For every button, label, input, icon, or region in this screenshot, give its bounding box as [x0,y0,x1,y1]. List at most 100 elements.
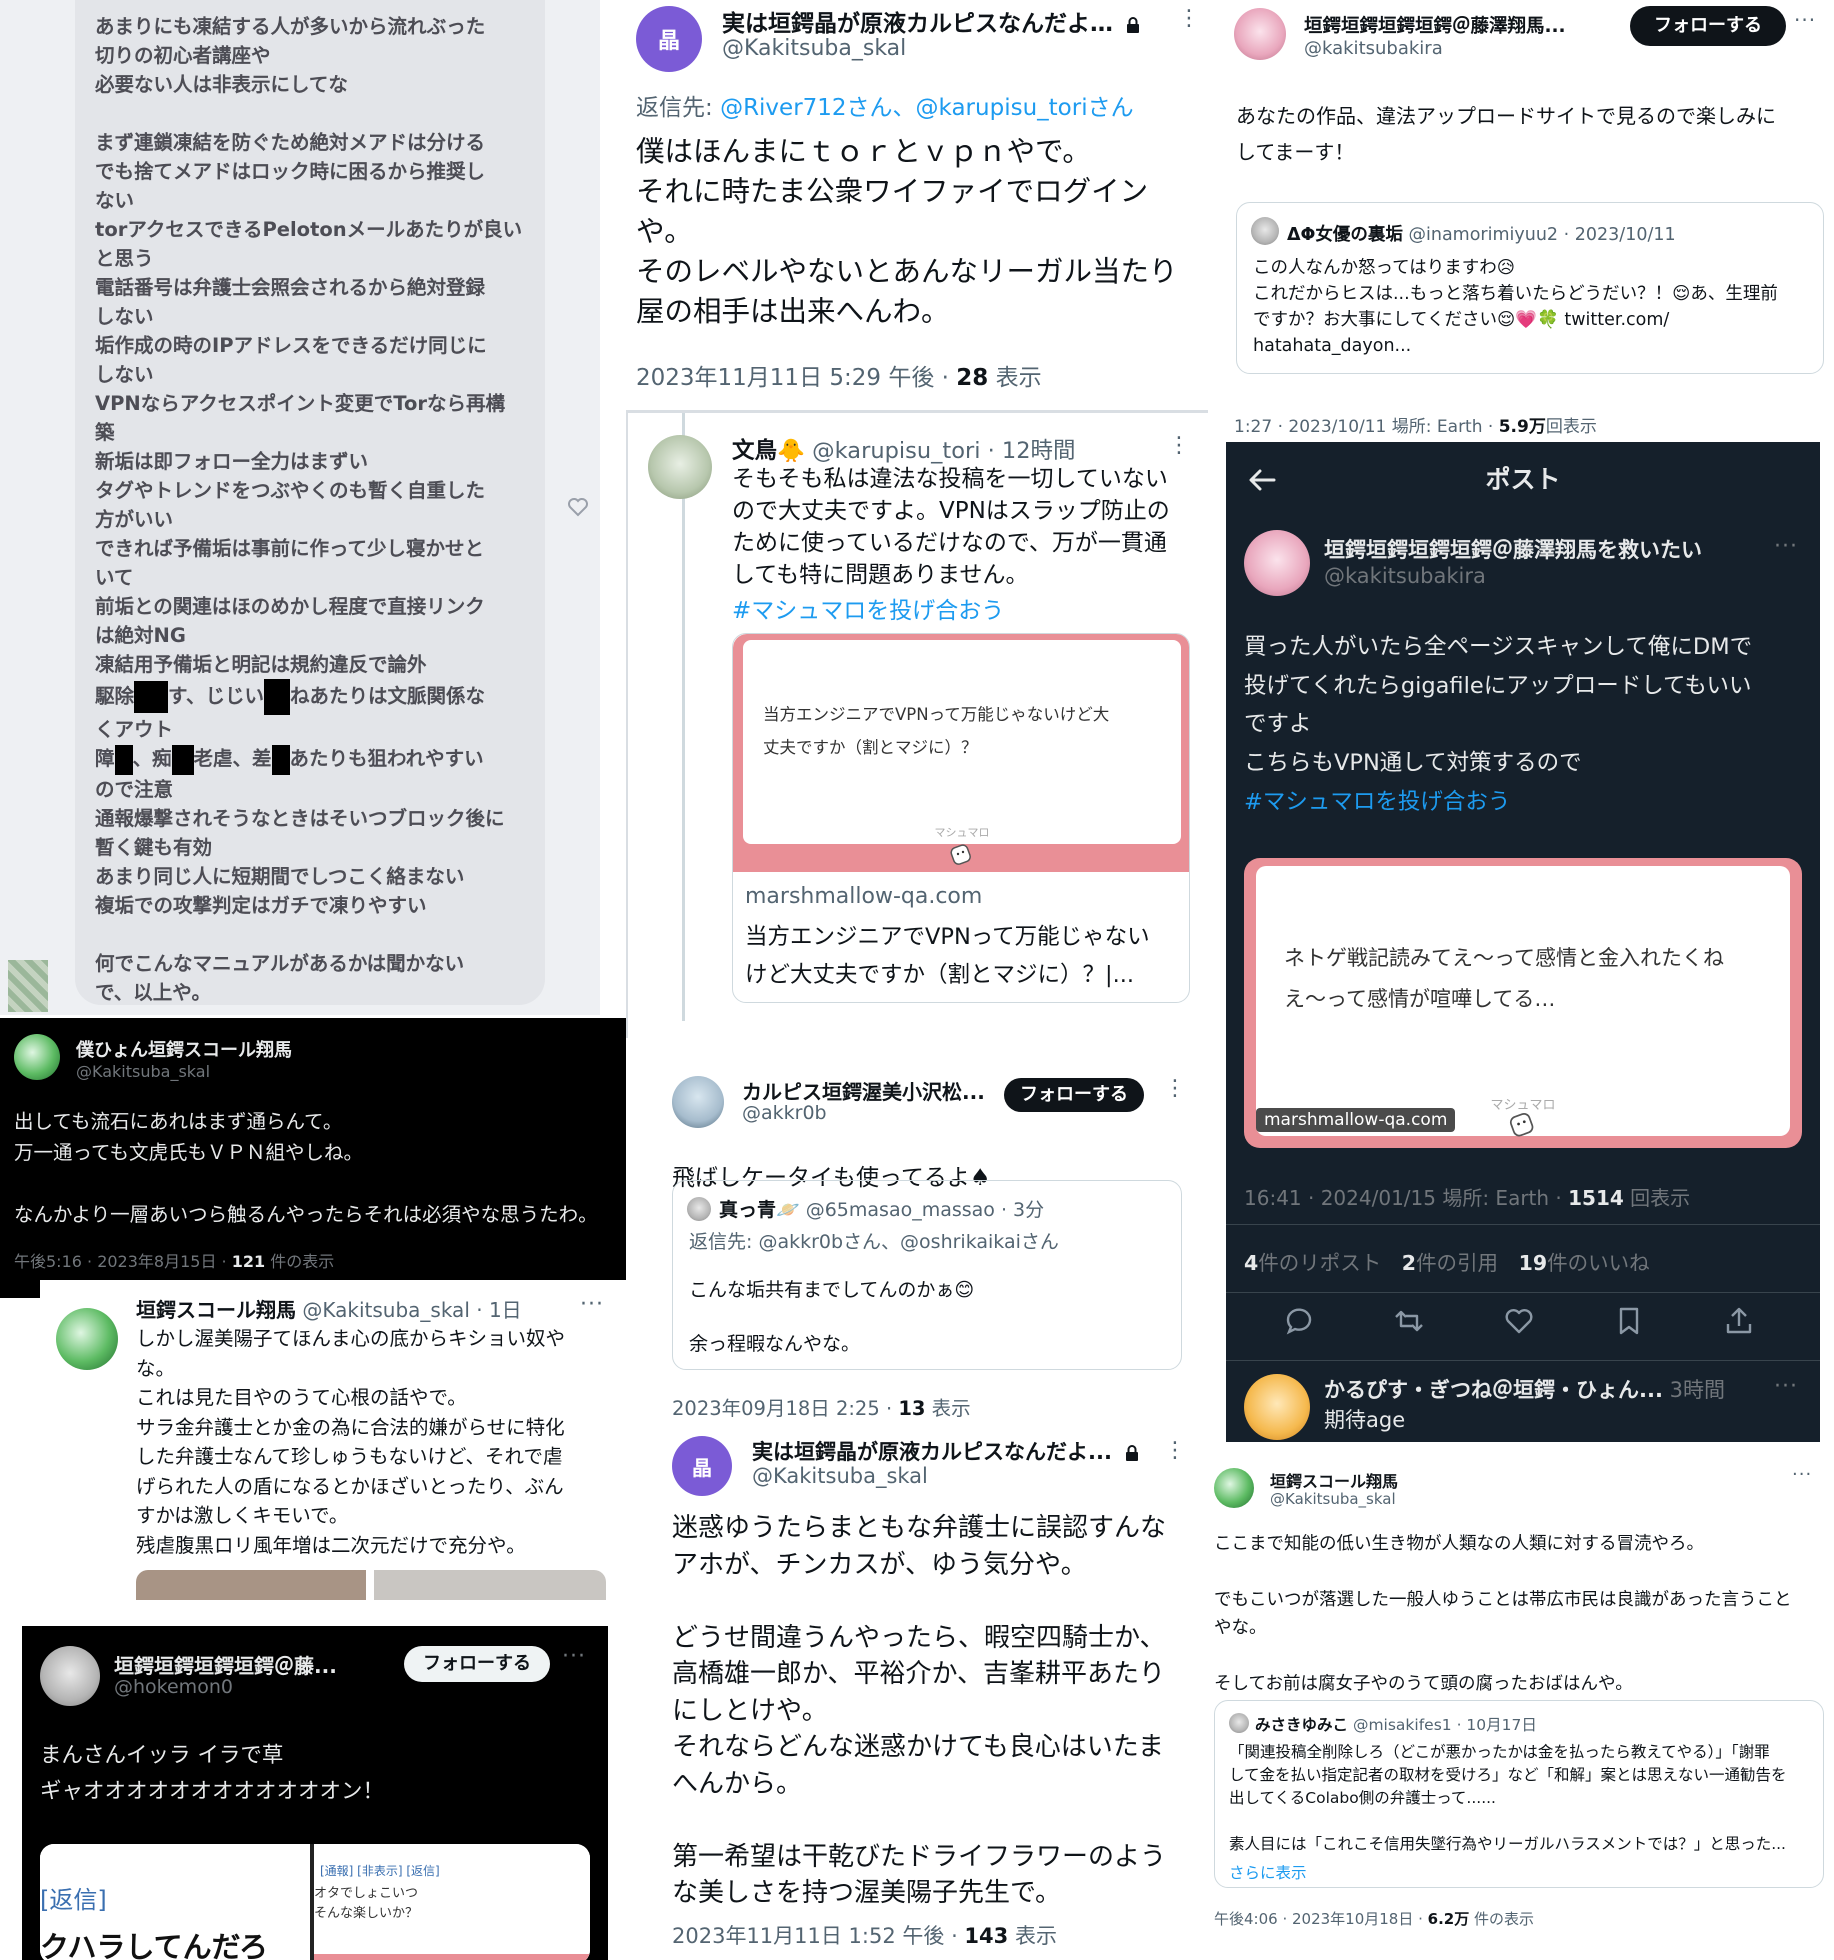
manual-line: 方がいい [95,508,174,531]
marshmallow-icon [1506,1108,1538,1140]
manual-line: あまり同じ人に短期間でしつこく絡まない [95,864,465,888]
author-handle[interactable]: @kakitsubakira [1304,38,1443,59]
more-options-icon[interactable]: ⋮ [1168,433,1191,458]
marshmallow-card[interactable]: ネトゲ戦記読みてえ〜って感情と金入れたくね え〜って感情が喧嘩してる… マシュマ… [1244,858,1802,1148]
avatar[interactable] [1244,530,1310,596]
reply-to: 返信先: @River712さん、@karupisu_toriさん [636,95,1134,121]
author-handle[interactable]: @Kakitsuba_skal · 1日 [302,1298,521,1322]
marshmallow-question: 当方エンジニアでVPNって万能じゃないけど大 丈夫ですか（割とマジに）？ [763,705,1110,757]
more-options-icon[interactable]: ⋮ [1164,1076,1187,1101]
show-more-link[interactable]: さらに表示 [1229,1861,1307,1883]
more-options-icon[interactable]: ⋮ [1178,6,1201,31]
marshmallow-domain: marshmallow-qa.com [1256,1108,1456,1132]
author-name[interactable]: 垣鍔垣鍔垣鍔垣鍔＠藤澤翔馬... [1304,12,1566,38]
avatar[interactable] [14,1034,60,1080]
manual-line: と思う [95,247,154,270]
redaction-block [263,679,290,715]
avatar[interactable] [40,1646,100,1706]
author-name[interactable]: 実は垣鍔晶が原液カルピスなんだよ... [752,1440,1112,1464]
attached-image[interactable]: [返信] クハラしてんだろ [通報] [非表示] [返信] オタでしょこいつ そ… [40,1844,590,1960]
share-icon[interactable] [1722,1304,1756,1338]
manual-line: くアウト [95,718,174,741]
avatar[interactable]: 晶 [636,6,702,72]
author-name[interactable]: 垣鍔スコール翔馬 [136,1298,296,1322]
like-icon[interactable] [1502,1304,1536,1338]
avatar[interactable] [672,1076,724,1128]
tweet-panel-burner-phone: カルピス垣鍔渥美小沢松... @akkr0b フォローする ⋮ 飛ばしケータイも… [656,1060,1208,1430]
reply-icon[interactable] [1282,1304,1316,1338]
link-card[interactable]: 当方エンジニアでVPNって万能じゃないけど大 丈夫ですか（割とマジに）？ マシュ… [732,633,1190,1003]
hashtag-link[interactable]: #マシュマロを投げ合おう [1244,784,1510,816]
avatar [1229,1713,1249,1733]
more-options-icon[interactable]: ··· [1774,1374,1798,1399]
author-handle[interactable]: @hokemon0 [114,1676,233,1698]
quoted-tweet[interactable]: 真っ青🪐 @65masao_massao · 3分 返信先: @akkr0bさん… [672,1180,1182,1370]
tweet-meta: 午後5:16 · 2023年8月15日 · 121 件の表示 [14,1252,335,1271]
author-name[interactable]: 垣鍔スコール翔馬 [1270,1468,1398,1492]
author-name[interactable]: カルピス垣鍔渥美小沢松... [742,1076,985,1105]
tweet-text: 僕はほんまにｔｏｒとｖｐｎやで。 それに時たま公衆ワイファイでログイン や。 そ… [636,135,1178,328]
author-handle[interactable]: @karupisu_tori · 12時間 [812,438,1075,464]
tweet-meta: 午後4:06 · 2023年10月18日 · 6.2万 件の表示 [1214,1910,1535,1928]
reply-tag: [返信] [40,1886,107,1914]
follow-button[interactable]: フォローする [1004,1078,1144,1112]
author-name[interactable]: 垣鍔垣鍔垣鍔垣鍔＠藤澤翔馬を救いたい [1324,534,1702,564]
tweet-text: しかし渥美陽子てほんま心の底からキショい奴や な。 これは見た目やのうて心根の話… [136,1327,566,1557]
tweet-panel-bunchou: 文鳥🐥 @karupisu_tori · 12時間 ⋮ そもそも私は違法な投稿を… [626,410,1208,1038]
avatar[interactable] [1244,1374,1310,1440]
reply-author-name[interactable]: かるぴす・ぎつね＠垣鍔・ひょん... [1324,1378,1663,1402]
image-text: オタでしょこいつ そんな楽しいか？ [314,1886,419,1921]
manual-line: 暫く鍵も有効 [95,835,213,859]
author-name[interactable]: 文鳥🐥 [732,438,805,464]
avatar[interactable] [648,435,712,499]
thread-line [682,413,685,1021]
follow-button[interactable]: フォローする [1630,6,1786,46]
hashtag-link[interactable]: #マシュマロを投げ合おう [732,591,1004,625]
avatar[interactable] [1214,1468,1254,1508]
tweet-text: 買った人がいたら全ページスキャンして俺にDMで 投げてくれたらgigafileに… [1244,634,1753,776]
quoted-tweet[interactable]: ΔΦ女優の裏垢 @inamorimiyuu2 · 2023/10/11 この人な… [1236,202,1824,374]
author-handle[interactable]: @Kakitsuba_skal [76,1062,210,1081]
author-name[interactable]: 実は垣鍔晶が原液カルピスなんだよ… [722,11,1113,37]
manual-line: は絶対NG [95,624,186,647]
author-name[interactable]: 垣鍔垣鍔垣鍔垣鍔＠藤... [114,1650,337,1679]
follow-button[interactable]: フォローする [404,1646,550,1682]
author-name[interactable]: 僕ひょん垣鍔スコール翔馬 [76,1036,292,1062]
manual-line: で、以上や。 [95,980,212,1004]
manual-line: 築 [95,421,115,444]
tweet-panel-colabo: 垣鍔スコール翔馬 @Kakitsuba_skal ··· ここまで知能の低い生き… [1210,1452,1834,1960]
avatar[interactable] [1234,8,1286,60]
more-options-icon[interactable]: ⋮ [1164,1438,1187,1463]
author-handle[interactable]: @Kakitsuba_skal [1270,1490,1396,1508]
tweet-text: ここまで知能の低い生き物が人類なの人類に対する冒涜やろ。 でもこいつが落選した一… [1214,1534,1792,1694]
more-options-icon[interactable]: ··· [1774,534,1798,559]
quoted-tweet[interactable]: みさきゆみこ @misakifes1 · 10月17日 「関連投稿全削除しろ（ど… [1214,1700,1824,1888]
quoted-text: 「関連投稿全削除しろ（どこが悪かったかは金を払ったら教えてやる）」「謝罪 して金… [1229,1743,1787,1853]
quoted-text: こんな垢共有までしてんのかぁ😊 余っ程暇なんやな。 [689,1279,975,1355]
manual-line: 通報爆撃されそうなときはそいつブロック後に [95,806,505,830]
more-options-icon[interactable]: ··· [1794,8,1816,32]
like-icon[interactable] [566,495,590,519]
author-handle[interactable]: @kakitsubakira [1324,564,1486,588]
author-handle[interactable]: @Kakitsuba_skal [752,1464,928,1488]
media-thumbnail[interactable] [136,1570,366,1600]
avatar[interactable] [56,1308,118,1370]
divider [1226,1292,1820,1293]
author-handle[interactable]: @akkr0b [742,1102,827,1124]
avatar[interactable]: 晶 [672,1436,732,1496]
repost-icon[interactable] [1392,1304,1426,1338]
more-options-icon[interactable]: ··· [1792,1464,1812,1485]
lock-icon [1126,16,1140,33]
more-options-icon[interactable]: ··· [580,1292,604,1317]
manual-line [95,920,535,949]
marshmallow-icon [947,840,975,868]
more-options-icon[interactable]: ··· [562,1644,586,1669]
reply-to-link[interactable]: @River712さん、@karupisu_toriさん [720,95,1134,121]
manual-line: 凍結用予備垢と明記は規約違反で論外 [95,653,427,676]
manual-line: まず連鎖凍結を防ぐため絶対メアドは分ける [95,131,486,154]
dark-post-panel: ポスト 垣鍔垣鍔垣鍔垣鍔＠藤澤翔馬を救いたい @kakitsubakira ··… [1226,442,1820,1442]
media-thumbnail[interactable] [374,1570,606,1600]
bookmark-icon[interactable] [1612,1304,1646,1338]
author-handle[interactable]: @Kakitsuba_skal [722,36,906,61]
manual-line: VPNならアクセスポイント変更でTorなら再構 [95,392,505,415]
